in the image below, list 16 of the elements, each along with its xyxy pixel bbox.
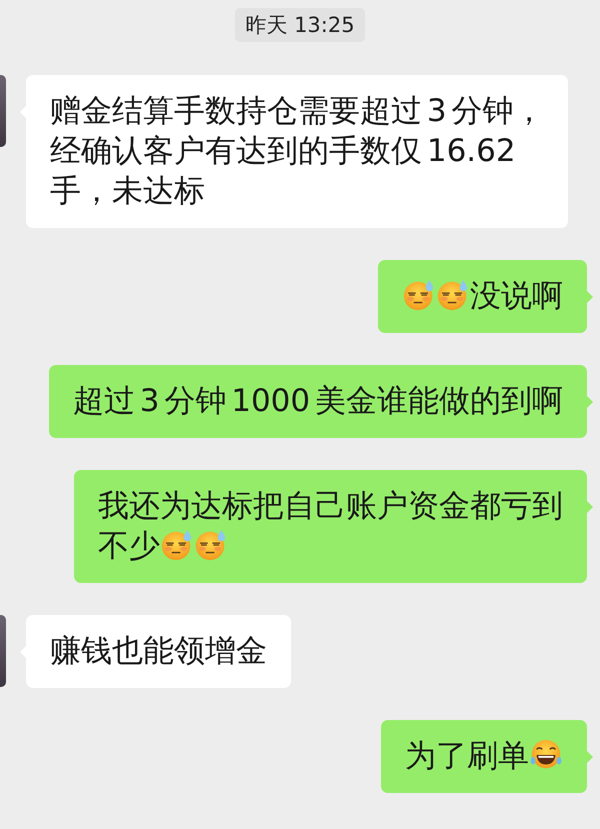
- message-text: 为了刷单: [405, 738, 529, 774]
- message-text: 赠金结算手数持仓需要超过 3 分钟，: [50, 92, 544, 131]
- message-text: 超过 3 分钟 1000 美金谁能做的到啊: [72, 383, 563, 419]
- timestamp: 昨天 13:25: [235, 8, 365, 42]
- message-text: 没说啊: [470, 278, 563, 314]
- message-text: 经确认客户有达到的手数仅 16.62: [50, 132, 516, 171]
- message-text: 我还为达标把自己账户资金都亏到: [98, 487, 563, 526]
- avatar[interactable]: [0, 75, 6, 147]
- sweat-face-icon: [436, 278, 470, 312]
- avatar[interactable]: [0, 615, 6, 687]
- sweat-face-icon: [402, 278, 436, 312]
- message-text: 不少: [98, 528, 160, 564]
- sweat-face-icon: [194, 528, 228, 562]
- message-text: 赚钱也能领增金: [50, 633, 267, 669]
- message-text: 手，未达标: [50, 172, 205, 211]
- sweat-face-icon: [160, 528, 194, 562]
